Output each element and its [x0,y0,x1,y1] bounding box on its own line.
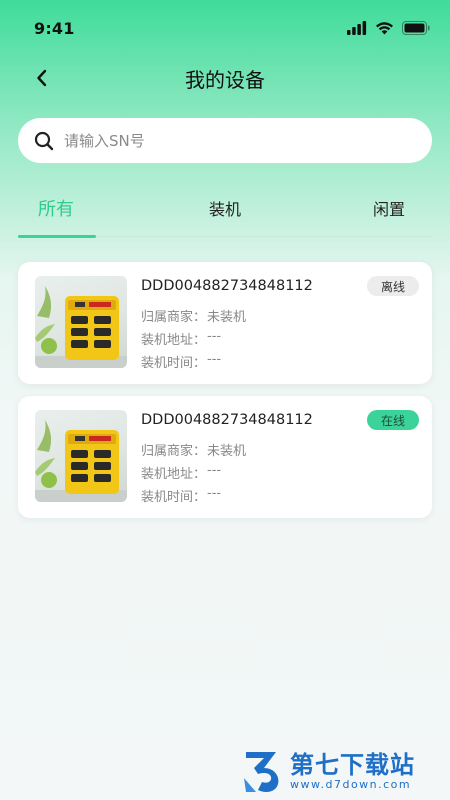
address-row: 装机地址： --- [141,329,221,348]
watermark-logo-icon [244,752,279,792]
device-card[interactable]: DDD004882734848112 归属商家： 未装机 装机地址： --- 装… [18,396,432,518]
tab-installed[interactable]: 装机 [209,180,241,236]
address-label: 装机地址： [141,467,207,482]
address-value: --- [207,463,222,478]
merchant-label: 归属商家： [141,310,207,325]
tab-label: 闲置 [373,200,406,219]
watermark-url: www.d7down.com [290,777,412,791]
device-card[interactable]: DDD004882734848112 归属商家： 未装机 装机地址： --- 装… [18,262,432,384]
install-time-label: 装机时间： [141,490,207,505]
signal-icon [347,21,367,35]
status-icons [347,21,430,35]
status-time: 9:41 [34,18,75,38]
install-time-row: 装机时间： --- [141,486,221,505]
page-title: 我的设备 [185,67,265,92]
merchant-value: 未装机 [207,310,247,325]
install-time-row: 装机时间： --- [141,352,221,371]
merchant-value: 未装机 [207,444,247,459]
search-box[interactable] [18,118,432,163]
tab-idle[interactable]: 闲置 [373,180,405,236]
watermark-title: 第七下载站 [290,750,415,779]
status-bar: 9:41 [0,0,450,56]
back-button[interactable] [28,64,56,92]
back-arrow-icon [37,69,47,87]
battery-icon [402,21,430,35]
watermark: 第七下载站 www.d7down.com [242,746,442,796]
status-badge: 离线 [367,276,419,296]
tab-bar: 所有 装机 闲置 [18,180,432,238]
install-time-label: 装机时间： [141,356,207,371]
search-input[interactable] [64,131,384,150]
tab-all[interactable]: 所有 [38,180,74,236]
device-image [35,410,127,502]
status-badge: 在线 [367,410,419,430]
tab-label: 所有 [38,199,74,220]
tab-label: 装机 [209,200,242,219]
install-time-value: --- [207,486,222,501]
install-time-value: --- [207,352,222,367]
nav-bar: 我的设备 [0,56,450,100]
address-row: 装机地址： --- [141,463,221,482]
device-image [35,276,127,368]
search-icon [34,131,54,150]
merchant-row: 归属商家： 未装机 [141,306,246,325]
active-tab-indicator [18,235,96,238]
merchant-label: 归属商家： [141,444,207,459]
address-label: 装机地址： [141,333,207,348]
wifi-icon [376,22,393,35]
device-sn: DDD004882734848112 [141,412,313,428]
address-value: --- [207,329,222,344]
device-sn: DDD004882734848112 [141,278,313,294]
merchant-row: 归属商家： 未装机 [141,440,246,459]
